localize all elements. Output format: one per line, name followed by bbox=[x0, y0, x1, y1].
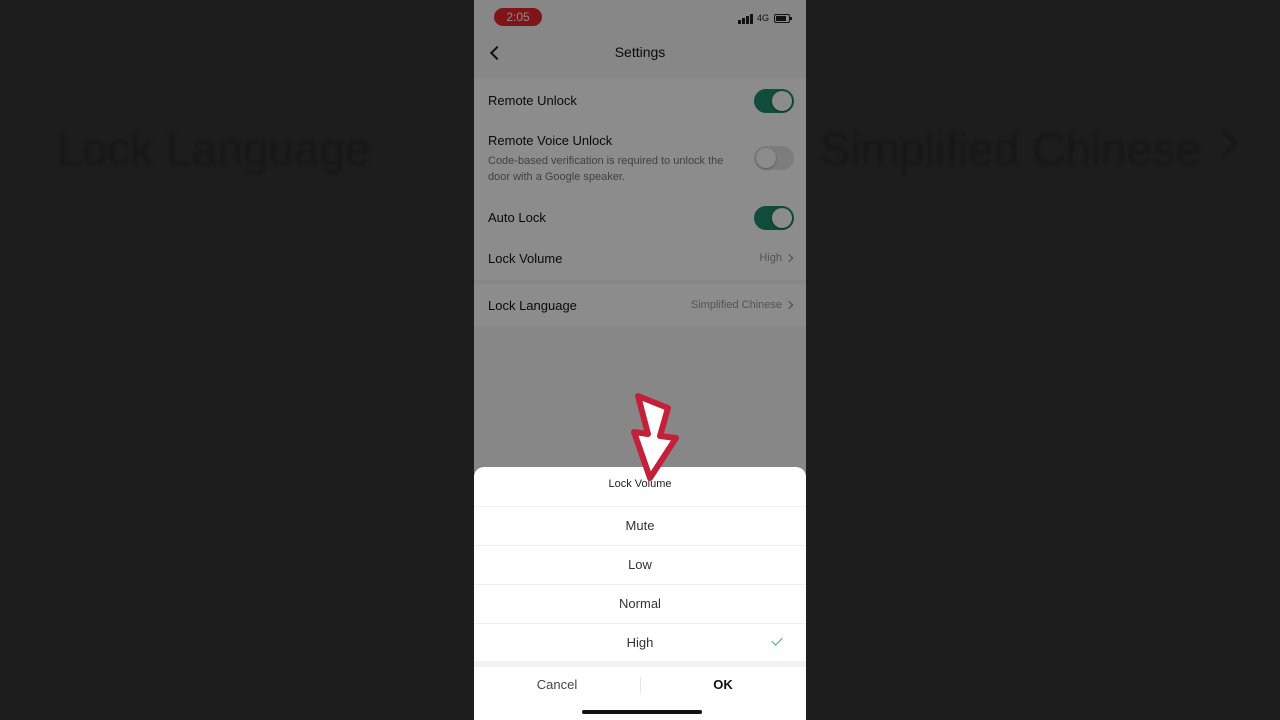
option-high[interactable]: High bbox=[474, 623, 806, 662]
option-low[interactable]: Low bbox=[474, 545, 806, 584]
down-arrow-icon bbox=[631, 393, 679, 481]
option-normal[interactable]: Normal bbox=[474, 584, 806, 623]
phone-screen: 2:05 4G Settings Remote Unlock Remote Vo… bbox=[474, 0, 806, 720]
lock-volume-sheet: Lock Volume Mute Low Normal High Cancel … bbox=[474, 467, 806, 720]
screen: Lock Language Simplified Chinese 2:05 4G… bbox=[0, 0, 1280, 720]
option-label: High bbox=[626, 635, 654, 650]
option-label: Normal bbox=[619, 596, 661, 611]
ok-button[interactable]: OK bbox=[640, 667, 806, 703]
option-mute[interactable]: Mute bbox=[474, 506, 806, 545]
background-right-text: Simplified Chinese bbox=[820, 123, 1201, 175]
cancel-button[interactable]: Cancel bbox=[474, 667, 640, 703]
background-left-text: Lock Language bbox=[56, 123, 371, 175]
home-indicator bbox=[582, 710, 702, 714]
option-label: Low bbox=[628, 557, 652, 572]
background-chevron-icon bbox=[1207, 127, 1239, 159]
option-label: Mute bbox=[625, 518, 655, 533]
